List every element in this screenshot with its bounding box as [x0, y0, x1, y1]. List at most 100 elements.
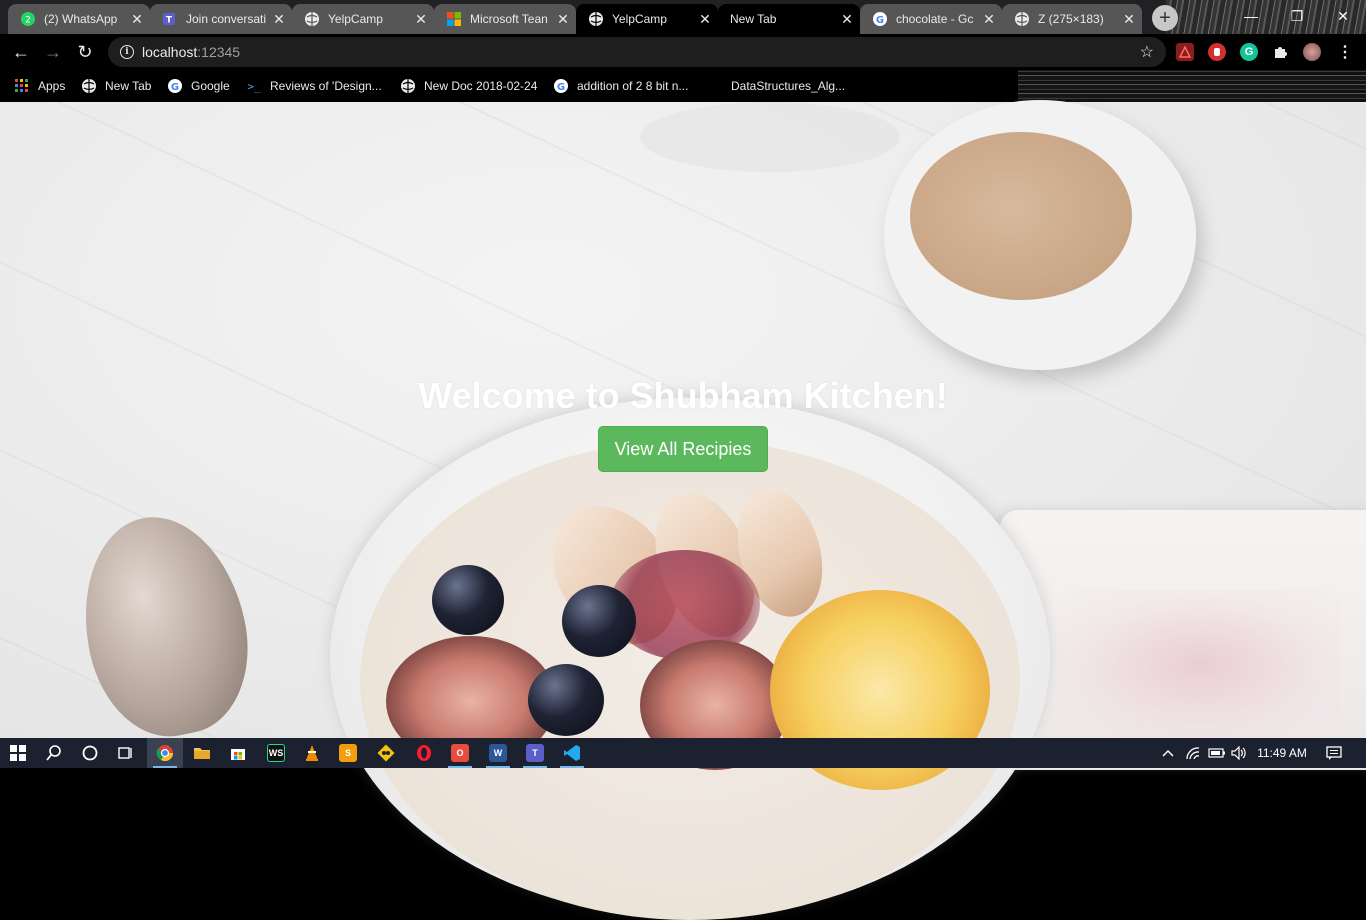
google-icon: G	[872, 11, 888, 27]
search-icon[interactable]	[36, 738, 72, 768]
close-icon[interactable]: ✕	[270, 10, 288, 28]
tab-teams-join[interactable]: T Join conversati ✕	[150, 4, 293, 34]
google-icon: G	[167, 78, 183, 94]
tab-title: Join conversati	[186, 12, 267, 26]
reload-button[interactable]: ↻	[72, 39, 98, 65]
tab-chocolate-search[interactable]: G chocolate - Gc ✕	[860, 4, 1003, 34]
close-icon[interactable]: ✕	[554, 10, 572, 28]
webstorm-icon[interactable]: WS	[258, 738, 294, 768]
pdf-extension-icon[interactable]	[1176, 43, 1194, 61]
apps-grid-icon	[14, 78, 30, 94]
close-icon[interactable]: ✕	[980, 10, 998, 28]
url-host: localhost	[142, 44, 198, 60]
vlc-icon[interactable]	[294, 738, 330, 768]
address-bar[interactable]: i localhost:12345 ☆	[108, 37, 1166, 67]
globe-icon	[588, 11, 604, 27]
cup-saucer	[640, 102, 900, 172]
wifi-icon[interactable]	[1182, 738, 1204, 768]
close-icon[interactable]: ✕	[1120, 10, 1138, 28]
new-tab-button[interactable]: +	[1152, 5, 1178, 31]
store-icon[interactable]	[220, 738, 256, 768]
tab-yelpcamp-1[interactable]: YelpCamp ✕	[292, 4, 435, 34]
bookmark-google[interactable]: G Google	[167, 76, 230, 96]
system-clock[interactable]: 11:49 AM	[1252, 738, 1312, 768]
opera-icon[interactable]	[406, 738, 442, 768]
tab-title: New Tab	[730, 12, 777, 26]
tab-image-z[interactable]: Z (275×183) ✕	[1002, 4, 1142, 34]
bookmark-new-doc[interactable]: New Doc 2018-02-24	[400, 76, 537, 96]
tab-whatsapp[interactable]: 2 (2) WhatsApp ✕	[8, 4, 151, 34]
bookmark-reviews[interactable]: >_ Reviews of 'Design...	[246, 76, 382, 96]
notification-icon[interactable]	[1322, 738, 1346, 768]
tab-title: Microsoft Tean	[470, 12, 548, 26]
svg-text:G: G	[876, 15, 884, 26]
profile-avatar[interactable]	[1303, 43, 1321, 61]
coffee	[910, 132, 1132, 300]
windows-start-icon[interactable]	[0, 738, 36, 768]
forward-button[interactable]: →	[40, 39, 66, 65]
file-explorer-icon[interactable]	[184, 738, 220, 768]
restore-button[interactable]: ❐	[1274, 0, 1320, 32]
microsoft-icon	[446, 11, 462, 27]
back-button[interactable]: ←	[8, 39, 34, 65]
bookmark-label: Google	[191, 79, 230, 93]
close-icon[interactable]: ✕	[838, 10, 856, 28]
bookmark-datastructures[interactable]: DataStructures_Alg...	[707, 76, 845, 96]
blueberry	[562, 585, 636, 657]
onenote-icon[interactable]: W	[480, 738, 516, 768]
bookmark-apps[interactable]: Apps	[14, 76, 65, 96]
blank-page-icon	[707, 78, 723, 94]
office-icon[interactable]: O	[442, 738, 478, 768]
browser-toolbar: ← → ↻ i localhost:12345 ☆ G ⋮	[0, 34, 1366, 70]
bookmark-star-icon[interactable]: ☆	[1140, 42, 1154, 62]
close-icon[interactable]: ✕	[696, 10, 714, 28]
bookmark-addition[interactable]: G addition of 2 8 bit n...	[553, 76, 688, 96]
view-all-recipes-button[interactable]: View All Recipies	[598, 426, 768, 472]
tab-title: chocolate - Gc	[896, 12, 974, 26]
sublime-icon[interactable]: S	[330, 738, 366, 768]
globe-icon	[1014, 11, 1030, 27]
bookmark-label: Apps	[38, 79, 66, 93]
hero-section: Welcome to Shubham Kitchen!	[0, 372, 1366, 420]
minimize-button[interactable]: —	[1228, 0, 1274, 32]
bookmark-label: Reviews of 'Design...	[270, 79, 382, 93]
site-info-icon[interactable]: i	[120, 45, 134, 59]
whatsapp-icon: 2	[20, 11, 36, 27]
task-view-icon[interactable]	[108, 738, 144, 768]
globe-icon	[304, 11, 320, 27]
bookmark-new-tab[interactable]: New Tab	[81, 76, 151, 96]
svg-text:T: T	[166, 16, 173, 26]
close-window-button[interactable]: ✕	[1320, 0, 1366, 32]
bookmark-label: New Doc 2018-02-24	[424, 79, 538, 93]
puzzle-extensions-icon[interactable]	[1271, 43, 1289, 61]
close-icon[interactable]: ✕	[412, 10, 430, 28]
chrome-icon[interactable]	[147, 738, 183, 768]
chevron-up-icon[interactable]	[1158, 738, 1178, 768]
tab-microsoft-teams[interactable]: Microsoft Tean ✕	[434, 4, 576, 34]
tab-strip: 2 (2) WhatsApp ✕ T Join conversati ✕ Yel…	[0, 0, 1366, 34]
tab-title: (2) WhatsApp	[44, 12, 118, 26]
blueberry	[432, 565, 504, 635]
bookmarks-bar: Apps New Tab G Google >_ Reviews of 'Des…	[0, 70, 1366, 102]
tab-yelpcamp-active[interactable]: YelpCamp ✕	[576, 4, 718, 34]
cortana-icon[interactable]	[72, 738, 108, 768]
menu-kebab-icon[interactable]: ⋮	[1336, 43, 1354, 61]
vscode-icon[interactable]	[554, 738, 590, 768]
grammarly-extension-icon[interactable]: G	[1240, 43, 1258, 61]
tab-new-tab[interactable]: New Tab ✕	[718, 4, 860, 34]
battery-icon[interactable]	[1206, 738, 1228, 768]
git-icon[interactable]	[368, 738, 404, 768]
hero-title: Welcome to Shubham Kitchen!	[418, 375, 948, 416]
adblock-extension-icon[interactable]	[1208, 43, 1226, 61]
bookmark-label: addition of 2 8 bit n...	[577, 79, 689, 93]
windows-taskbar: WS S O W T 11:49 AM	[0, 738, 1366, 768]
globe-icon	[81, 78, 97, 94]
tab-title: Z (275×183)	[1038, 12, 1104, 26]
close-icon[interactable]: ✕	[128, 10, 146, 28]
teams-icon[interactable]: T	[517, 738, 553, 768]
terminal-icon: >_	[247, 79, 261, 93]
volume-icon[interactable]	[1228, 738, 1250, 768]
tab-title: YelpCamp	[328, 12, 383, 26]
svg-text:G: G	[557, 82, 565, 93]
blueberry	[528, 664, 604, 736]
